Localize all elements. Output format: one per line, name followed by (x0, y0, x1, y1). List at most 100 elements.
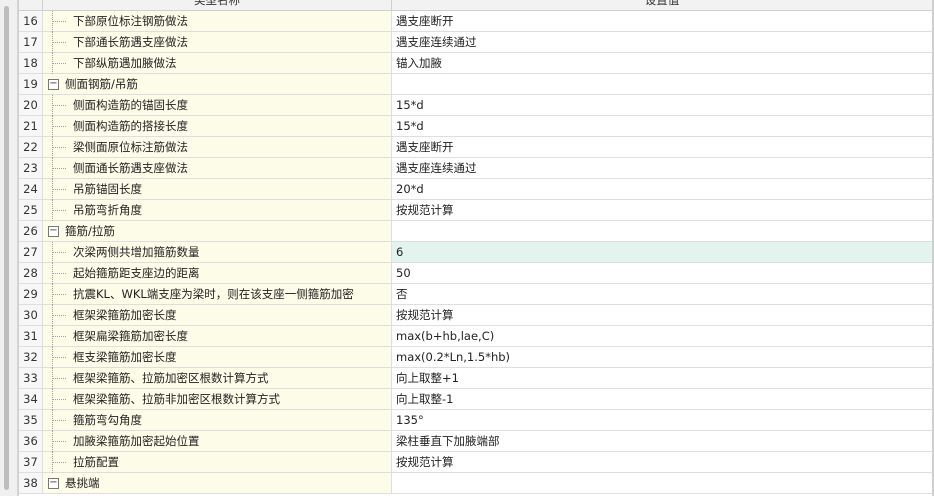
header-type-name[interactable]: 类型名称 (43, 0, 392, 11)
grid-rows: 16 下部原位标注钢筋做法 遇支座断开 17 下部通长筋遇支座做法 遇支座连续通过 18 下部… (19, 11, 932, 494)
type-name-cell: 侧面通长筋遇支座做法 (43, 158, 392, 179)
row-number: 19 (19, 74, 43, 94)
type-name-cell: 箍筋弯勾角度 (43, 410, 392, 431)
table-row[interactable]: 16 下部原位标注钢筋做法 遇支座断开 (19, 11, 932, 32)
table-row[interactable]: 29 抗震KL、WKL端支座为梁时，则在该支座一侧箍筋加密 否 (19, 284, 932, 305)
type-name-label: 抗震KL、WKL端支座为梁时，则在该支座一侧箍筋加密 (73, 287, 354, 301)
table-row[interactable]: 34 框架梁箍筋、拉筋非加密区根数计算方式 向上取整-1 (19, 389, 932, 410)
setting-value-cell[interactable]: 135° (392, 410, 932, 430)
setting-value-cell[interactable]: 50 (392, 263, 932, 283)
type-name-label: 侧面通长筋遇支座做法 (73, 161, 188, 175)
table-row[interactable]: 22 梁侧面原位标注筋做法 遇支座断开 (19, 137, 932, 158)
type-name-label: 次梁两侧共增加箍筋数量 (73, 245, 200, 259)
type-name-label: 框架扁梁箍筋加密长度 (73, 329, 188, 343)
row-number: 24 (19, 179, 43, 199)
type-name-label: 框架梁箍筋加密长度 (73, 308, 177, 322)
left-scroll-handle[interactable] (4, 6, 9, 490)
setting-value-cell[interactable]: 按规范计算 (392, 305, 932, 325)
type-name-label: 拉筋配置 (73, 455, 119, 469)
table-row[interactable]: 28 起始箍筋距支座边的距离 50 (19, 263, 932, 284)
type-name-label: 起始箍筋距支座边的距离 (73, 266, 200, 280)
type-name-cell: 下部通长筋遇支座做法 (43, 32, 392, 53)
type-name-cell: 起始箍筋距支座边的距离 (43, 263, 392, 284)
type-name-cell: 框支梁箍筋加密长度 (43, 347, 392, 368)
type-name-label: 下部通长筋遇支座做法 (73, 35, 188, 49)
row-number: 32 (19, 347, 43, 367)
setting-value-cell (392, 473, 932, 493)
type-name-cell: 吊筋弯折角度 (43, 200, 392, 221)
type-name-label: 侧面构造筋的锚固长度 (73, 98, 188, 112)
type-name-cell: 加腋梁箍筋加密起始位置 (43, 431, 392, 452)
table-row[interactable]: 18 下部纵筋遇加腋做法 锚入加腋 (19, 53, 932, 74)
setting-value-cell (392, 221, 932, 241)
row-number: 17 (19, 32, 43, 52)
setting-value-cell[interactable]: 6 (392, 242, 932, 262)
type-name-label: 框架梁箍筋、拉筋非加密区根数计算方式 (73, 392, 280, 406)
collapse-toggle-icon[interactable]: − (48, 477, 59, 489)
setting-value-cell[interactable]: 按规范计算 (392, 452, 932, 472)
table-row[interactable]: 17 下部通长筋遇支座做法 遇支座连续通过 (19, 32, 932, 53)
type-name-cell: 梁侧面原位标注筋做法 (43, 137, 392, 158)
type-name-cell: 侧面构造筋的锚固长度 (43, 95, 392, 116)
setting-value-cell[interactable]: 否 (392, 284, 932, 304)
table-row[interactable]: 20 侧面构造筋的锚固长度 15*d (19, 95, 932, 116)
settings-grid: 类型名称 设置值 16 下部原位标注钢筋做法 遇支座断开 17 下部通长筋遇支座做法 遇支… (18, 0, 932, 496)
row-number: 26 (19, 221, 43, 241)
setting-value-cell[interactable]: 向上取整+1 (392, 368, 932, 388)
table-row[interactable]: 30 框架梁箍筋加密长度 按规范计算 (19, 305, 932, 326)
row-number: 16 (19, 11, 43, 31)
type-name-label: 侧面钢筋/吊筋 (65, 77, 138, 91)
type-name-cell: 吊筋锚固长度 (43, 179, 392, 200)
setting-value-cell[interactable]: 梁柱垂直下加腋端部 (392, 431, 932, 451)
type-name-label: 吊筋弯折角度 (73, 203, 142, 217)
table-row[interactable]: 32 框支梁箍筋加密长度 max(0.2*Ln,1.5*hb) (19, 347, 932, 368)
type-name-label: 下部纵筋遇加腋做法 (73, 56, 177, 70)
type-name-label: 箍筋弯勾角度 (73, 413, 142, 427)
collapse-toggle-icon[interactable]: − (48, 225, 59, 237)
table-row[interactable]: 21 侧面构造筋的搭接长度 15*d (19, 116, 932, 137)
table-row[interactable]: 23 侧面通长筋遇支座做法 遇支座连续通过 (19, 158, 932, 179)
table-row[interactable]: 36 加腋梁箍筋加密起始位置 梁柱垂直下加腋端部 (19, 431, 932, 452)
table-row[interactable]: 31 框架扁梁箍筋加密长度 max(b+hb,lae,C) (19, 326, 932, 347)
row-number: 18 (19, 53, 43, 73)
table-row[interactable]: 27 次梁两侧共增加箍筋数量 6 (19, 242, 932, 263)
group-row[interactable]: 19− 侧面钢筋/吊筋 (19, 74, 932, 95)
group-row[interactable]: 38− 悬挑端 (19, 473, 932, 494)
row-number: 36 (19, 431, 43, 451)
type-name-label: 悬挑端 (65, 476, 100, 490)
setting-value-cell[interactable]: 遇支座连续通过 (392, 32, 932, 52)
type-name-cell: 次梁两侧共增加箍筋数量 (43, 242, 392, 263)
collapse-toggle-icon[interactable]: − (48, 78, 59, 90)
setting-value-cell[interactable]: 15*d (392, 116, 932, 136)
setting-value-cell[interactable]: 锚入加腋 (392, 53, 932, 73)
setting-value-cell[interactable]: max(0.2*Ln,1.5*hb) (392, 347, 932, 367)
setting-value-cell[interactable]: 15*d (392, 95, 932, 115)
setting-value-cell[interactable]: 按规范计算 (392, 200, 932, 220)
setting-value-cell[interactable]: 遇支座连续通过 (392, 158, 932, 178)
table-row[interactable]: 33 框架梁箍筋、拉筋加密区根数计算方式 向上取整+1 (19, 368, 932, 389)
type-name-cell: 框架梁箍筋、拉筋加密区根数计算方式 (43, 368, 392, 389)
setting-value-cell[interactable]: 遇支座断开 (392, 137, 932, 157)
table-row[interactable]: 37 拉筋配置 按规范计算 (19, 452, 932, 473)
type-name-cell: 抗震KL、WKL端支座为梁时，则在该支座一侧箍筋加密 (43, 284, 392, 305)
table-row[interactable]: 24 吊筋锚固长度 20*d (19, 179, 932, 200)
row-number: 34 (19, 389, 43, 409)
group-name-cell: − 箍筋/拉筋 (43, 221, 392, 241)
setting-value-cell[interactable]: 向上取整-1 (392, 389, 932, 409)
row-number: 27 (19, 242, 43, 262)
group-row[interactable]: 26− 箍筋/拉筋 (19, 221, 932, 242)
row-number: 23 (19, 158, 43, 178)
setting-value-cell[interactable]: 遇支座断开 (392, 11, 932, 31)
setting-value-cell[interactable]: 20*d (392, 179, 932, 199)
grid-header: 类型名称 设置值 (19, 0, 932, 11)
row-number: 35 (19, 410, 43, 430)
header-row-number (19, 0, 43, 11)
row-number: 38 (19, 473, 43, 493)
header-setting-value[interactable]: 设置值 (392, 0, 932, 11)
row-number: 22 (19, 137, 43, 157)
table-row[interactable]: 35 箍筋弯勾角度 135° (19, 410, 932, 431)
setting-value-cell[interactable]: max(b+hb,lae,C) (392, 326, 932, 346)
type-name-cell: 框架梁箍筋、拉筋非加密区根数计算方式 (43, 389, 392, 410)
table-row[interactable]: 25 吊筋弯折角度 按规范计算 (19, 200, 932, 221)
type-name-cell: 拉筋配置 (43, 452, 392, 473)
